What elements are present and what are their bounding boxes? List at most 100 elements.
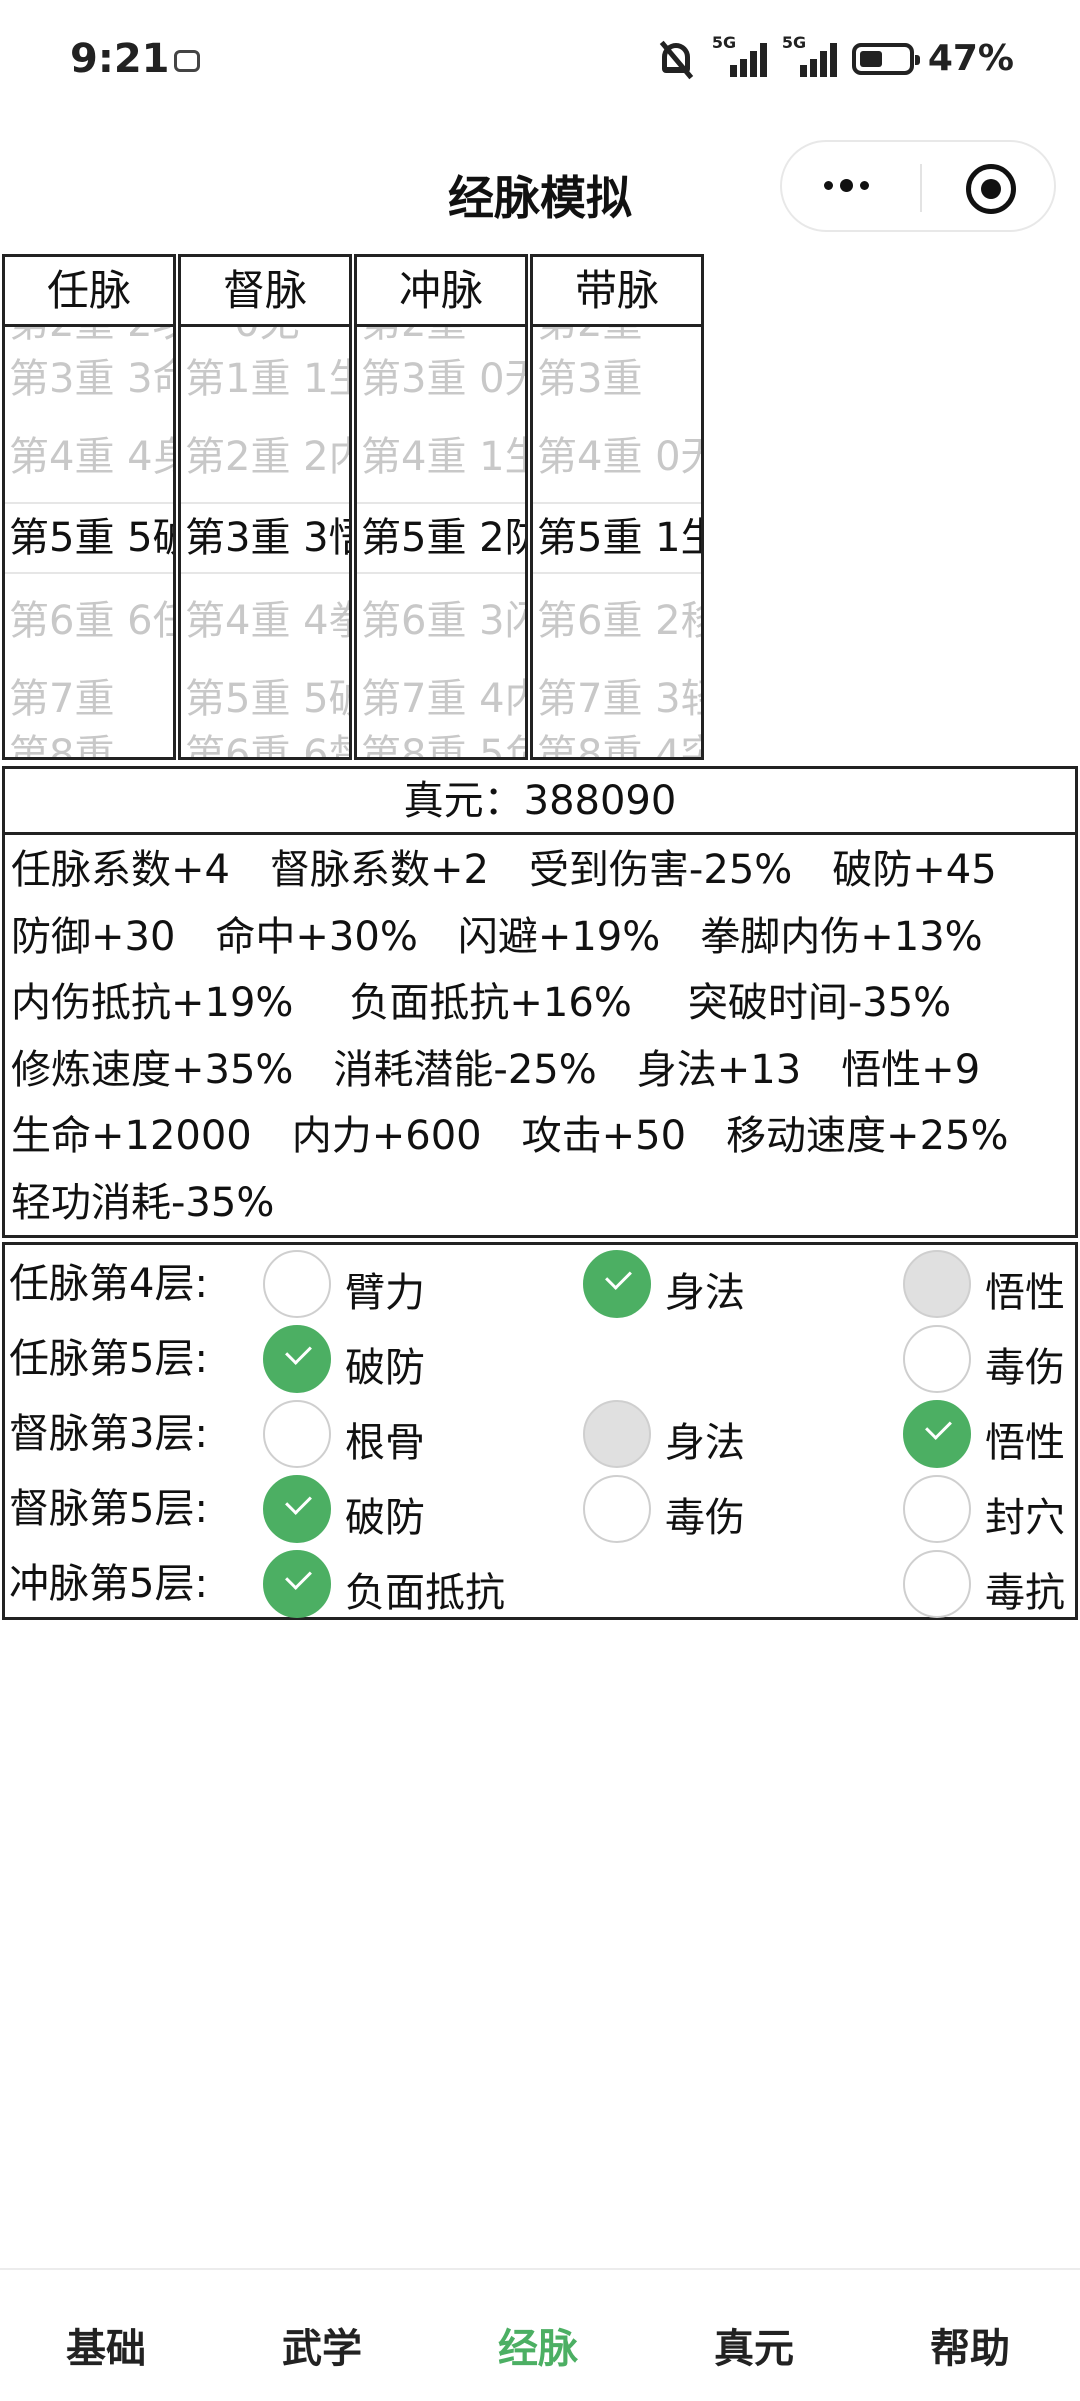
attribute-item: 悟性+9	[841, 1046, 981, 1093]
capsule-divider	[920, 164, 922, 212]
option-label: 悟性	[985, 1270, 1065, 1316]
layer-row: 冲脉第5层: 负面抵抗 毒抗	[5, 1545, 1075, 1620]
picker-option[interactable]: 第3重	[533, 343, 701, 415]
attribute-line: 内伤抵抗+19% 负面抵抗+16% 突破时间-35%	[11, 970, 1075, 1037]
picker-dumai[interactable]: 督脉 0无 第1重 1生命 第2重 2内力 第3重 3悟性 第4重 4拳脚 第5…	[178, 254, 352, 760]
attribute-item: 轻功消耗-35%	[11, 1179, 275, 1226]
picker-option-selected[interactable]: 第5重 5破防	[5, 502, 173, 574]
radio-unchecked-icon[interactable]	[903, 1325, 971, 1393]
mute-icon	[654, 39, 698, 79]
checkmark-icon[interactable]	[263, 1475, 331, 1543]
picker-option[interactable]: 第6重 3闪避	[357, 585, 525, 657]
picker-option[interactable]: 第3重 0无	[357, 343, 525, 415]
tab-zhenyuan[interactable]: 真元	[714, 2316, 794, 2374]
layer-row: 任脉第4层: 臂力 身法 悟性	[5, 1245, 1075, 1320]
attribute-item: 内伤抵抗+19%	[11, 980, 294, 1026]
status-icons: 5G 5G 47%	[654, 33, 1014, 79]
attribute-line: 生命+12000 内力+600 攻击+50 移动速度+25%	[11, 1103, 1075, 1170]
picker-header: 冲脉	[357, 257, 525, 327]
tab-bar: 基础 武学 经脉 真元 帮助	[0, 2268, 1080, 2401]
option-label: 悟性	[985, 1420, 1065, 1466]
layer-row: 督脉第3层: 根骨 身法 悟性	[5, 1395, 1075, 1470]
picker-option[interactable]: 第4重 0无	[533, 421, 701, 493]
option-label: 毒伤	[665, 1495, 745, 1541]
picker-daimai[interactable]: 带脉 第2重 第3重 第4重 0无 第5重 1生命 第6重 2移动 第7重 3轻…	[530, 254, 704, 760]
tab-basic[interactable]: 基础	[66, 2316, 146, 2374]
option-label: 身法	[665, 1270, 745, 1316]
attribute-item: 生命+12000	[11, 1113, 252, 1159]
attribute-line: 防御+30 命中+30% 闪避+19% 拳脚内伤+13%	[11, 904, 1075, 971]
tab-help[interactable]: 帮助	[930, 2316, 1010, 2374]
notification-icon	[174, 50, 200, 72]
layer-label: 冲脉第5层:	[9, 1561, 208, 1607]
picker-option[interactable]: 第6重 2移动	[533, 585, 701, 657]
network-type-2: 5G	[781, 32, 807, 52]
picker-option-selected[interactable]: 第3重 3悟性	[181, 502, 349, 574]
option-label: 毒抗	[985, 1570, 1065, 1616]
more-icon[interactable]	[824, 179, 869, 192]
battery-percent: 47%	[927, 38, 1014, 79]
picker-chongmai[interactable]: 冲脉 第2重 第3重 0无 第4重 1生命 第5重 2防御 第6重 3闪避 第7…	[354, 254, 528, 760]
option-label: 负面抵抗	[345, 1570, 505, 1616]
checkmark-icon[interactable]	[263, 1325, 331, 1393]
radio-unchecked-icon[interactable]	[263, 1250, 331, 1318]
attribute-line: 轻功消耗-35%	[11, 1170, 1075, 1237]
layer-label: 任脉第5层:	[9, 1336, 208, 1382]
picker-option[interactable]: 第1重 1生命	[181, 343, 349, 415]
attribute-line: 修炼速度+35% 消耗潜能-25% 身法+13 悟性+9	[11, 1037, 1075, 1104]
tab-martial-arts[interactable]: 武学	[282, 2316, 362, 2374]
picker-header: 督脉	[181, 257, 349, 327]
attribute-item: 负面抵抗+16%	[349, 980, 632, 1026]
picker-option-selected[interactable]: 第5重 2防御	[357, 502, 525, 574]
layer-label: 任脉第4层:	[9, 1261, 208, 1307]
picker-option[interactable]: 第4重 4身法	[5, 421, 173, 493]
layer-options-panel: 任脉第4层: 臂力 身法 悟性 任脉第5层: 破防 毒伤 督脉第3层: 根骨 身…	[2, 1242, 1078, 1620]
picker-option[interactable]: 第6重 6督脉	[181, 719, 349, 757]
attribute-item: 内力+600	[291, 1113, 482, 1159]
attribute-item: 命中+30%	[215, 913, 418, 960]
miniprogram-capsule	[780, 140, 1056, 232]
attribute-item: 攻击+50	[521, 1113, 687, 1159]
picker-header: 带脉	[533, 257, 701, 327]
radio-unchecked-icon[interactable]	[583, 1475, 651, 1543]
picker-option[interactable]: 第8重	[5, 719, 173, 757]
tab-meridians[interactable]: 经脉	[498, 2316, 578, 2374]
radio-unchecked-icon[interactable]	[903, 1550, 971, 1618]
attribute-item: 闪避+19%	[457, 913, 661, 960]
picker-option[interactable]: 第6重 6任脉	[5, 585, 173, 657]
picker-option[interactable]: 第2重 2内力	[181, 421, 349, 493]
picker-option[interactable]: 第4重 1生命	[357, 421, 525, 493]
radio-unchecked-icon[interactable]	[263, 1400, 331, 1468]
meridian-pickers: 任脉 第2重 2攻击 第3重 3命中 第4重 4身法 第5重 5破防 第6重 6…	[2, 254, 1078, 762]
picker-option[interactable]: 第4重 4拳脚	[181, 585, 349, 657]
option-label: 根骨	[345, 1420, 425, 1466]
attribute-item: 拳脚内伤+13%	[700, 913, 983, 960]
close-target-icon[interactable]	[966, 164, 1016, 214]
checkmark-icon[interactable]	[263, 1550, 331, 1618]
attribute-item: 移动速度+25%	[726, 1113, 1009, 1159]
option-label: 臂力	[345, 1270, 425, 1316]
checkmark-icon[interactable]	[583, 1250, 651, 1318]
attribute-item: 修炼速度+35%	[11, 1046, 294, 1093]
network-type-1: 5G	[711, 32, 737, 52]
radio-disabled-icon	[583, 1400, 651, 1468]
picker-renmai[interactable]: 任脉 第2重 2攻击 第3重 3命中 第4重 4身法 第5重 5破防 第6重 6…	[2, 254, 176, 760]
radio-unchecked-icon[interactable]	[903, 1475, 971, 1543]
status-bar: 9:21 5G 5G 47%	[0, 0, 1080, 120]
option-label: 毒伤	[985, 1345, 1065, 1391]
picker-option[interactable]: 第3重 3命中	[5, 343, 173, 415]
attribute-item: 督脉系数+2	[269, 847, 489, 893]
attribute-item: 任脉系数+4	[11, 847, 230, 893]
picker-option[interactable]: 第8重 4突破	[533, 719, 701, 757]
picker-option[interactable]: 第8重 5负面	[357, 719, 525, 757]
option-label: 破防	[345, 1345, 425, 1391]
attribute-item: 消耗潜能-25%	[333, 1046, 597, 1093]
option-label: 身法	[665, 1420, 745, 1466]
attribute-list: 任脉系数+4 督脉系数+2 受到伤害-25% 破防+45 防御+30 命中+30% 闪避+…	[5, 835, 1075, 1236]
option-label: 封穴	[985, 1495, 1065, 1541]
checkmark-icon[interactable]	[903, 1400, 971, 1468]
attribute-line: 任脉系数+4 督脉系数+2 受到伤害-25% 破防+45	[11, 837, 1075, 904]
attribute-item: 防御+30	[11, 913, 176, 960]
attribute-item: 破防+45	[832, 847, 997, 893]
picker-option-selected[interactable]: 第5重 1生命	[533, 502, 701, 574]
